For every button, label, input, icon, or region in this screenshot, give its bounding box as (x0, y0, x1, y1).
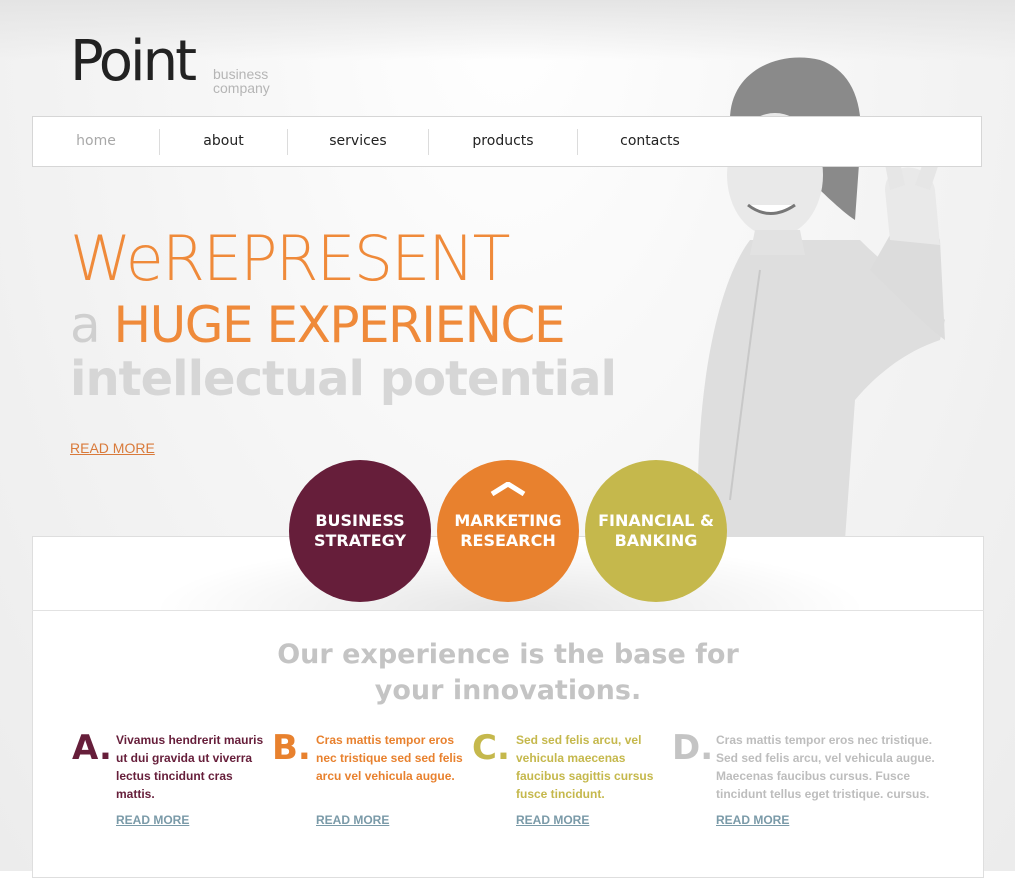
feature-text: Sed sed felis arcu, vel vehicula maecena… (516, 733, 654, 801)
nav-products[interactable]: products (429, 117, 577, 166)
section-title: Our experience is the base for your inno… (32, 637, 984, 709)
circle-label-line1: FINANCIAL & (598, 511, 714, 530)
section-title-line1: Our experience is the base for (277, 639, 739, 670)
feature-text: Cras mattis tempor eros nec tristique se… (316, 733, 463, 783)
circle-label-line2: STRATEGY (313, 531, 407, 550)
feature-read-more-link[interactable]: READ MORE (116, 813, 189, 827)
circle-label-line2: RESEARCH (460, 531, 556, 550)
feature-text: Cras mattis tempor eros nec tristique. S… (716, 733, 935, 801)
business-strategy-circle[interactable]: BUSINESS STRATEGY (289, 460, 431, 602)
hero-subheadline-accent: HUGE EXPERIENCE (113, 296, 566, 354)
nav-home[interactable]: home (33, 117, 159, 166)
hero-tagline: intellectual potential (70, 351, 617, 407)
feature-letter: B. (272, 728, 311, 768)
feature-read-more-link[interactable]: READ MORE (316, 813, 389, 827)
logo-tagline-line2: company (213, 80, 270, 96)
hero-subheadline: a HUGE EXPERIENCE (70, 295, 566, 355)
hero-subheadline-prefix: a (70, 296, 114, 354)
nav-contacts[interactable]: contacts (578, 117, 722, 166)
financial-banking-circle[interactable]: FINANCIAL & BANKING (585, 460, 727, 602)
logo-word: Point (70, 29, 197, 94)
feature-letter: C. (472, 728, 510, 768)
chevron-up-icon (490, 482, 526, 496)
feature-text: Vivamus hendrerit mauris ut dui gravida … (116, 733, 264, 801)
panel-divider (32, 610, 984, 611)
nav-about[interactable]: about (160, 117, 287, 166)
circle-label-line1: MARKETING (454, 511, 562, 530)
circle-label-line2: BANKING (614, 531, 698, 550)
feature-read-more-link[interactable]: READ MORE (716, 813, 789, 827)
marketing-research-circle[interactable]: MARKETING RESEARCH (437, 460, 579, 602)
logo-tagline-line1: business (213, 66, 269, 82)
logo-tagline: business company (213, 67, 293, 95)
hero-headline: WeREPRESENT (70, 222, 510, 295)
feature-read-more-link[interactable]: READ MORE (516, 813, 589, 827)
hero-woman-image (698, 57, 952, 540)
circle-label-line1: BUSINESS (315, 511, 405, 530)
main-nav: home about services products contacts (32, 116, 982, 167)
feature-letter: D. (672, 728, 714, 768)
nav-services[interactable]: services (288, 117, 428, 166)
hero-read-more-link[interactable]: READ MORE (70, 440, 155, 456)
feature-letter: A. (72, 728, 112, 768)
section-title-line2: your innovations. (374, 675, 642, 706)
